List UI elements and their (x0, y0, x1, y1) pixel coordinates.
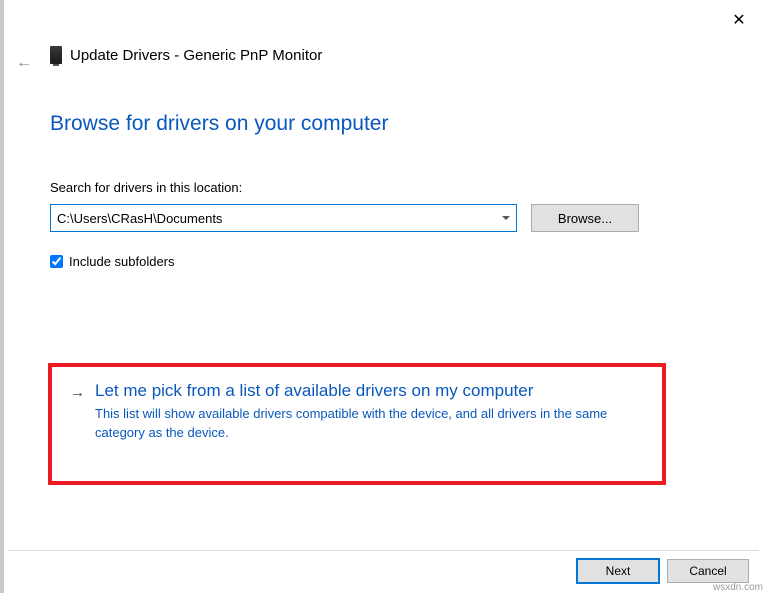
driver-path-combobox[interactable] (50, 204, 517, 232)
page-heading: Browse for drivers on your computer (50, 112, 388, 136)
footer-separator (8, 550, 759, 551)
close-button[interactable]: ✕ (729, 10, 749, 30)
wizard-header: Update Drivers - Generic PnP Monitor (50, 46, 322, 64)
pick-from-list-description: This list will show available drivers co… (95, 405, 644, 443)
monitor-icon (50, 46, 62, 64)
dialog-footer: Next Cancel (577, 559, 749, 583)
scrollbar-left (0, 0, 6, 593)
driver-path-input[interactable] (57, 211, 498, 226)
pick-from-list-option-highlight: → Let me pick from a list of available d… (48, 363, 666, 485)
watermark: wsxdn.com (713, 582, 763, 593)
search-label: Search for drivers in this location: (50, 180, 242, 195)
pick-from-list-title: Let me pick from a list of available dri… (95, 381, 644, 401)
pick-from-list-option[interactable]: → Let me pick from a list of available d… (70, 381, 644, 443)
back-button[interactable]: ← (16, 54, 32, 72)
chevron-down-icon[interactable] (502, 216, 510, 220)
next-button[interactable]: Next (577, 559, 659, 583)
browse-button[interactable]: Browse... (531, 204, 639, 232)
cancel-button[interactable]: Cancel (667, 559, 749, 583)
include-subfolders-row[interactable]: Include subfolders (50, 254, 175, 269)
include-subfolders-checkbox[interactable] (50, 255, 63, 268)
arrow-right-icon: → (70, 384, 85, 401)
wizard-title: Update Drivers - Generic PnP Monitor (70, 47, 322, 64)
include-subfolders-label: Include subfolders (69, 254, 175, 269)
